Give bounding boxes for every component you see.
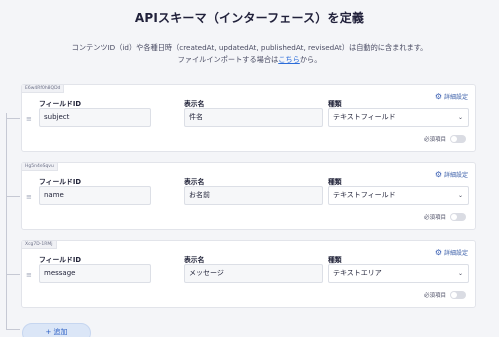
page-description: コンテンツID（id）や各種日時（createdAt, updatedAt, p… [0,42,499,66]
field-card-name[interactable]: Hg5n4eSqvu ≡ ⚙ 詳細設定 フィールドID 表示名 種類 name … [21,162,476,230]
field-key: E6w4Rf0h8QDd [22,85,65,93]
tree-branch [6,274,20,275]
required-toggle[interactable] [450,135,466,143]
settings-button[interactable]: ⚙ 詳細設定 [435,170,468,179]
type-select[interactable]: テキストエリア ⌄ [328,264,469,283]
chevron-down-icon: ⌄ [457,270,463,277]
gear-icon: ⚙ [434,91,442,101]
drag-handle-icon[interactable]: ≡ [26,116,32,123]
tree-branch [6,196,20,197]
type-label: 種類 [328,100,342,108]
field-card-message[interactable]: Xcg7D-1RMj ≡ ⚙ 詳細設定 フィールドID 表示名 種類 messa… [21,240,476,308]
required-toggle[interactable] [450,291,466,299]
description-line-1: コンテンツID（id）や各種日時（createdAt, updatedAt, p… [71,43,428,52]
field-id-input[interactable]: message [39,264,151,283]
gear-icon: ⚙ [434,247,442,257]
type-label: 種類 [328,256,342,264]
required-toggle-group: 必須項目 [424,135,466,143]
gear-icon: ⚙ [434,169,442,179]
display-name-label: 表示名 [184,256,205,264]
display-name-label: 表示名 [184,178,205,186]
field-id-input[interactable]: subject [39,108,151,127]
field-id-label: フィールドID [39,100,82,108]
tree-branch [6,118,20,119]
required-toggle-group: 必須項目 [424,291,466,299]
page-title: APIスキーマ（インターフェース）を定義 [134,11,365,25]
tree-branch [6,329,20,330]
add-field-button[interactable]: + 追加 [22,323,91,337]
required-toggle[interactable] [450,213,466,221]
display-name-input[interactable]: 件名 [184,108,323,127]
field-key: Xcg7D-1RMj [22,241,57,249]
display-name-input[interactable]: お名前 [184,186,323,205]
settings-button[interactable]: ⚙ 詳細設定 [435,248,468,257]
drag-handle-icon[interactable]: ≡ [26,194,32,201]
display-name-label: 表示名 [184,100,205,108]
type-select[interactable]: テキストフィールド ⌄ [328,108,469,127]
chevron-down-icon: ⌄ [457,192,463,199]
field-card-subject[interactable]: E6w4Rf0h8QDd ≡ ⚙ 詳細設定 フィールドID 表示名 種類 sub… [21,84,476,152]
field-id-label: フィールドID [39,256,82,264]
settings-button[interactable]: ⚙ 詳細設定 [435,92,468,101]
drag-handle-icon[interactable]: ≡ [26,272,32,279]
type-label: 種類 [328,178,342,186]
import-link[interactable]: こちら [278,55,300,64]
chevron-down-icon: ⌄ [457,114,463,121]
field-id-input[interactable]: name [39,186,151,205]
tree-connector [6,113,7,329]
description-line-2: ファイルインポートする場合はこちらから。 [177,55,322,64]
display-name-input[interactable]: メッセージ [184,264,323,283]
field-key: Hg5n4eSqvu [22,163,58,171]
required-toggle-group: 必須項目 [424,213,466,221]
field-id-label: フィールドID [39,178,82,186]
type-select[interactable]: テキストフィールド ⌄ [328,186,469,205]
